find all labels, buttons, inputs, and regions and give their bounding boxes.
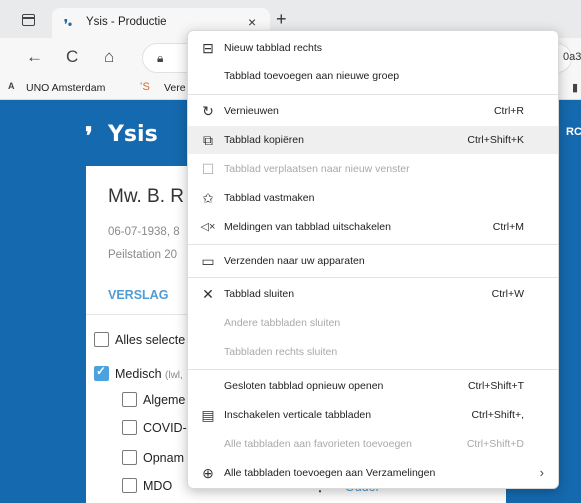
menu-new-tab-right[interactable]: ⊟ Nieuw tabblad rechts (188, 34, 558, 62)
mdo-label: MDO (143, 479, 173, 493)
menu-add-to-group[interactable]: Tabblad toevoegen aan nieuwe groep (188, 62, 558, 90)
vere-icon: ʻS (140, 81, 150, 93)
covid-label: COVID- (143, 421, 187, 435)
new-tab-icon[interactable]: + (276, 9, 287, 30)
covid-checkbox[interactable] (122, 420, 137, 435)
menu-close-tabs-right[interactable]: Tabbladen rechts sluiten (188, 338, 558, 366)
menu-label: Inschakelen verticale tabbladen (224, 409, 372, 421)
ysis-logo-icon: ❜ (85, 123, 93, 150)
refresh-icon: ↻ (202, 103, 214, 119)
algemeen-checkbox[interactable] (122, 392, 137, 407)
select-all-checkbox[interactable] (94, 332, 109, 347)
lock-icon: 🔒︎ (157, 51, 164, 65)
app-logo: Ysis (108, 122, 158, 147)
menu-label: Tabblad vastmaken (224, 192, 315, 204)
menu-shortcut: Ctrl+R (493, 105, 524, 117)
menu-label: Nieuw tabblad rechts (224, 42, 323, 54)
more-bookmarks-icon[interactable]: ▮ (572, 81, 578, 94)
mdo-checkbox[interactable] (122, 478, 137, 493)
menu-refresh[interactable]: ↻ Vernieuwen Ctrl+R (188, 97, 558, 125)
tab-context-menu: ⊟ Nieuw tabblad rechts Tabblad toevoegen… (187, 30, 559, 489)
menu-shortcut: Ctrl+Shift+T (467, 380, 524, 392)
menu-reopen-closed-tab[interactable]: Gesloten tabblad opnieuw openen Ctrl+Shi… (188, 372, 558, 400)
menu-label: Tabblad kopiëren (224, 134, 304, 146)
menu-label: Alle tabbladen aan favorieten toevoegen (224, 438, 412, 450)
opname-checkbox[interactable] (122, 450, 137, 465)
bookmark-uno[interactable]: UNO Amsterdam (26, 82, 105, 94)
menu-vertical-tabs[interactable]: ▤ Inschakelen verticale tabbladen Ctrl+S… (188, 401, 558, 429)
send-devices-icon: ▭ (201, 253, 215, 269)
menu-label: Andere tabbladen sluiten (224, 317, 341, 329)
menu-separator (188, 244, 558, 245)
patient-name: Mw. B. R (108, 186, 185, 207)
menu-close-other-tabs[interactable]: Andere tabbladen sluiten (188, 309, 558, 337)
menu-shortcut: Ctrl+Shift+K (467, 134, 524, 146)
menu-shortcut: Ctrl+W (491, 288, 524, 300)
menu-add-all-to-collections[interactable]: ⊕ Alle tabbladen toevoegen aan Verzameli… (188, 459, 558, 487)
window-menu-icon[interactable] (22, 14, 35, 26)
patient-birth: 06-07-1938, 8 (108, 226, 180, 238)
menu-label: Gesloten tabblad opnieuw openen (224, 380, 384, 392)
medisch-label: Medisch (lwl, (115, 367, 183, 381)
menu-add-all-to-favorites[interactable]: Alle tabbladen aan favorieten toevoegen … (188, 430, 558, 458)
menu-separator (188, 94, 558, 95)
menu-shortcut: Ctrl+M (492, 221, 524, 233)
mute-icon: ◁× (200, 221, 216, 233)
menu-duplicate-tab[interactable]: ⧉ Tabblad kopiëren Ctrl+Shift+K (188, 126, 558, 154)
menu-shortcut: Ctrl+Shift+, (471, 409, 524, 421)
header-fragment: RC (566, 126, 581, 138)
opname-label: Opnam (143, 451, 184, 465)
menu-pin-tab[interactable]: ✩ Tabblad vastmaken (188, 184, 558, 212)
algemeen-label: Algeme (143, 393, 186, 407)
tab-title: Ysis - Productie (86, 16, 167, 28)
menu-separator (188, 369, 558, 370)
menu-label: Tabbladen rechts sluiten (224, 346, 338, 358)
menu-label: Alle tabbladen toevoegen aan Verzameling… (224, 467, 436, 479)
vertical-tabs-icon: ▤ (201, 407, 215, 423)
menu-separator (188, 277, 558, 278)
url-fragment: 0a3 (563, 51, 581, 63)
menu-send-to-devices[interactable]: ▭ Verzenden naar uw apparaten (188, 247, 558, 275)
uno-icon: A (8, 81, 15, 91)
home-icon[interactable]: ⌂ (104, 47, 114, 67)
menu-shortcut: Ctrl+Shift+D (466, 438, 524, 450)
menu-mute-tab[interactable]: ◁× Meldingen van tabblad uitschakelen Ct… (188, 213, 558, 241)
menu-label: Vernieuwen (224, 105, 279, 117)
menu-move-to-window[interactable]: ☐ Tabblad verplaatsen naar nieuw venster (188, 155, 558, 183)
close-icon: ✕ (202, 286, 214, 302)
back-icon[interactable]: ← (26, 47, 43, 67)
patient-location: Peilstation 20 (108, 249, 178, 261)
menu-label: Tabblad toevoegen aan nieuwe groep (224, 70, 400, 82)
menu-label: Meldingen van tabblad uitschakelen (224, 221, 391, 233)
reload-icon[interactable]: C (66, 47, 78, 67)
menu-label: Verzenden naar uw apparaten (224, 255, 365, 267)
tab-close-icon[interactable]: × (248, 14, 256, 30)
medisch-checkbox[interactable] (94, 364, 109, 381)
menu-close-tab[interactable]: ✕ Tabblad sluiten Ctrl+W (188, 280, 558, 308)
select-all-label: Alles selecte (115, 333, 186, 347)
tab-verslag[interactable]: VERSLAG (108, 288, 168, 302)
duplicate-icon: ⧉ (203, 132, 213, 148)
new-tab-right-icon: ⊟ (202, 40, 214, 56)
chevron-right-icon: › (539, 465, 544, 480)
ysis-icon: ❜• (64, 17, 73, 31)
pin-icon: ✩ (202, 190, 214, 206)
move-window-icon: ☐ (201, 161, 215, 177)
menu-label: Tabblad verplaatsen naar nieuw venster (224, 163, 410, 175)
bookmark-vere[interactable]: Vere (164, 82, 186, 94)
menu-label: Tabblad sluiten (224, 288, 295, 300)
collections-icon: ⊕ (202, 465, 214, 481)
